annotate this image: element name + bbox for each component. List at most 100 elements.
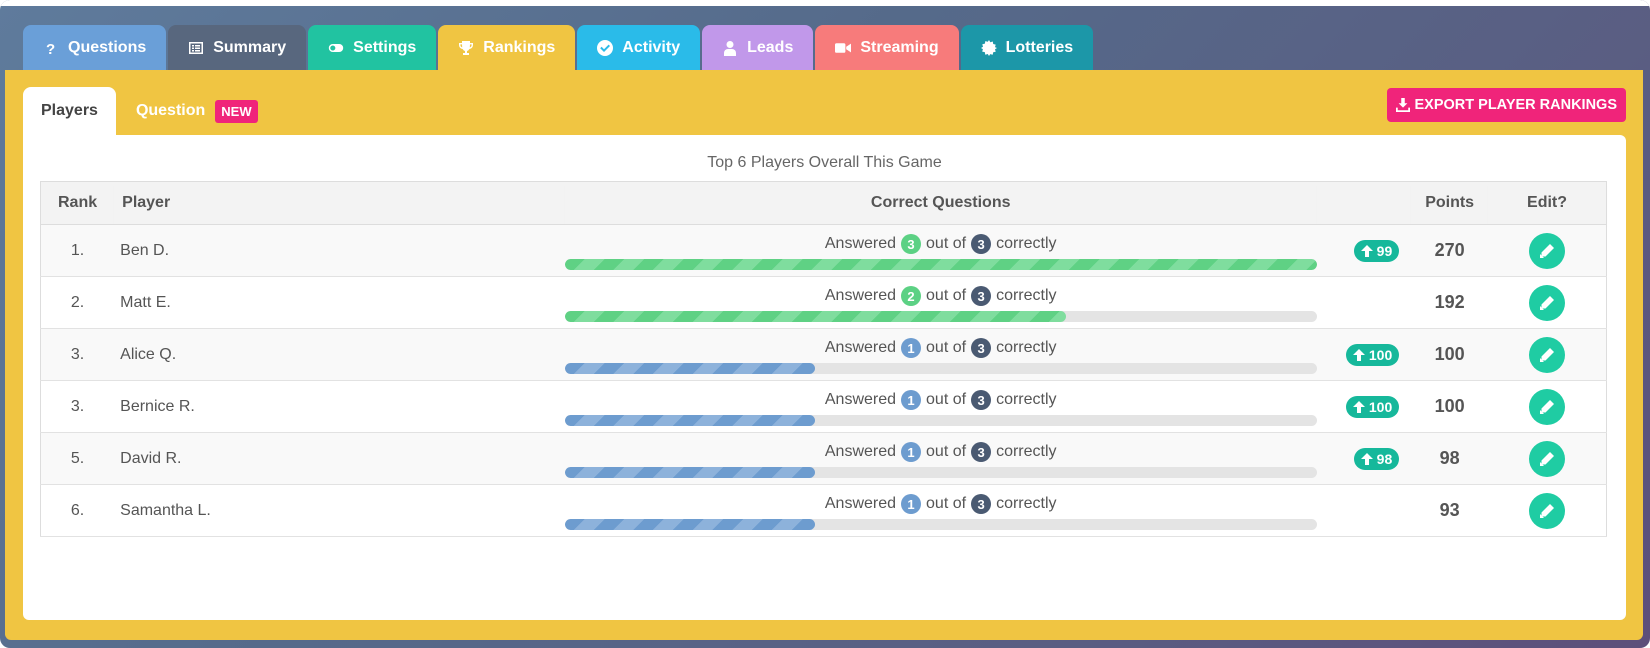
pencil-icon — [1540, 243, 1555, 258]
rank-change-cell — [1316, 484, 1412, 537]
points-value: 100 — [1434, 344, 1465, 364]
rank-change-value: 99 — [1376, 242, 1393, 259]
answered-middle: out of — [926, 339, 967, 356]
edit-cell — [1488, 224, 1607, 277]
edit-button[interactable] — [1529, 284, 1566, 321]
edit-button[interactable] — [1529, 388, 1566, 425]
rank-change-badge: 100 — [1345, 343, 1400, 366]
rankings-table: Rank Player Correct Questions Points Edi… — [40, 181, 1607, 537]
answered-text: Answered 1 out of 3 correctly — [825, 493, 1057, 515]
correct-questions-cell: Answered 2 out of 3 correctly — [564, 276, 1317, 329]
answered-suffix: correctly — [996, 443, 1057, 460]
rank-change-value: 98 — [1376, 450, 1393, 467]
points-cell: 98 — [1411, 432, 1489, 485]
tab-label: Rankings — [483, 39, 556, 56]
subtabs: Players Question NEW — [23, 87, 278, 135]
tab-label: Lotteries — [1005, 39, 1074, 56]
answered-prefix: Answered — [824, 287, 897, 304]
rank-change-value: 100 — [1368, 346, 1393, 363]
correct-count-pill: 1 — [901, 442, 922, 462]
progress-bar — [564, 259, 1317, 270]
answered-prefix: Answered — [824, 235, 897, 252]
table-title: Top 6 Players Overall This Game — [707, 154, 942, 171]
answered-suffix: correctly — [996, 391, 1057, 408]
table-row: 3. Bernice R. Answered 1 out of 3 correc… — [40, 380, 1607, 433]
pencil-icon — [1540, 399, 1555, 414]
player-name: Samantha L. — [114, 484, 565, 537]
rank-change-cell — [1316, 276, 1412, 329]
user-icon — [722, 40, 738, 56]
answered-suffix: correctly — [996, 339, 1057, 356]
svg-text:?: ? — [46, 41, 55, 56]
total-count-pill: 3 — [971, 494, 992, 514]
tab-summary[interactable]: Summary — [168, 25, 307, 71]
answered-text: Answered 1 out of 3 correctly — [825, 389, 1057, 411]
rank-change-value: 100 — [1368, 398, 1393, 415]
tab-lotteries[interactable]: Lotteries — [960, 25, 1094, 71]
tab-label: Leads — [747, 39, 794, 56]
tab-streaming[interactable]: Streaming — [815, 25, 959, 71]
col-player: Player — [114, 181, 565, 225]
rank-cell: 2. — [40, 276, 115, 329]
col-correct-questions: Correct Questions — [564, 181, 1317, 225]
rankings-content: Top 6 Players Overall This Game Rank Pla… — [23, 135, 1626, 620]
subtab-question[interactable]: Question NEW — [116, 87, 278, 135]
correct-questions-cell: Answered 1 out of 3 correctly — [564, 380, 1317, 433]
progress-fill — [564, 311, 1067, 322]
progress-bar — [564, 467, 1317, 478]
tab-label: Summary — [213, 39, 287, 56]
player-name: Alice Q. — [114, 328, 565, 381]
rank-cell: 5. — [40, 432, 115, 485]
col-delta — [1316, 181, 1412, 225]
rank-change-badge: 99 — [1353, 239, 1400, 262]
tab-questions[interactable]: ? Questions — [23, 25, 167, 71]
edit-button[interactable] — [1529, 440, 1566, 477]
correct-count-pill: 1 — [901, 390, 922, 410]
answered-prefix: Answered — [824, 443, 897, 460]
check-circle-icon — [597, 40, 614, 56]
tab-activity[interactable]: Activity — [577, 25, 701, 71]
table-row: 1. Ben D. Answered 3 out of 3 correctly … — [40, 224, 1607, 277]
col-edit: Edit? — [1488, 181, 1607, 225]
rank-cell: 3. — [40, 380, 115, 433]
rank-cell: 6. — [40, 484, 115, 537]
edit-button[interactable] — [1529, 336, 1566, 373]
tab-label: Settings — [353, 39, 417, 56]
progress-bar — [564, 363, 1317, 374]
table-row: 6. Samantha L. Answered 1 out of 3 corre… — [40, 484, 1607, 537]
arrow-up-icon — [1352, 348, 1365, 361]
answered-prefix: Answered — [824, 495, 897, 512]
pencil-icon — [1540, 347, 1555, 362]
rank-change-cell: 98 — [1316, 432, 1412, 485]
rank-change-badge: 98 — [1353, 447, 1400, 470]
edit-button[interactable] — [1529, 492, 1566, 529]
correct-questions-cell: Answered 1 out of 3 correctly — [564, 328, 1317, 381]
new-badge: NEW — [215, 99, 258, 123]
player-name: David R. — [114, 432, 565, 485]
tab-leads[interactable]: Leads — [702, 25, 814, 71]
edit-button[interactable] — [1529, 232, 1566, 269]
progress-fill — [564, 415, 816, 426]
points-value: 98 — [1439, 448, 1460, 468]
progress-fill — [564, 259, 1317, 270]
subtab-question-label: Question — [135, 102, 206, 119]
table-row: 2. Matt E. Answered 2 out of 3 correctly… — [40, 276, 1607, 329]
arrow-up-icon — [1360, 244, 1373, 257]
correct-count-pill: 3 — [901, 234, 922, 254]
points-value: 93 — [1439, 500, 1460, 520]
col-points: Points — [1411, 181, 1489, 225]
answered-text: Answered 3 out of 3 correctly — [825, 233, 1057, 255]
tab-settings[interactable]: Settings — [308, 25, 437, 71]
player-name: Bernice R. — [114, 380, 565, 433]
download-icon — [1395, 98, 1410, 112]
progress-fill — [564, 363, 816, 374]
subtab-players[interactable]: Players — [23, 87, 116, 135]
edit-cell — [1488, 276, 1607, 329]
answered-middle: out of — [926, 287, 967, 304]
total-count-pill: 3 — [971, 338, 992, 358]
export-player-rankings-button[interactable]: EXPORT PLAYER RANKINGS — [1386, 88, 1626, 122]
list-icon — [188, 40, 204, 56]
edit-cell — [1488, 328, 1607, 381]
tab-rankings[interactable]: Rankings — [438, 25, 576, 71]
pencil-icon — [1540, 503, 1555, 518]
